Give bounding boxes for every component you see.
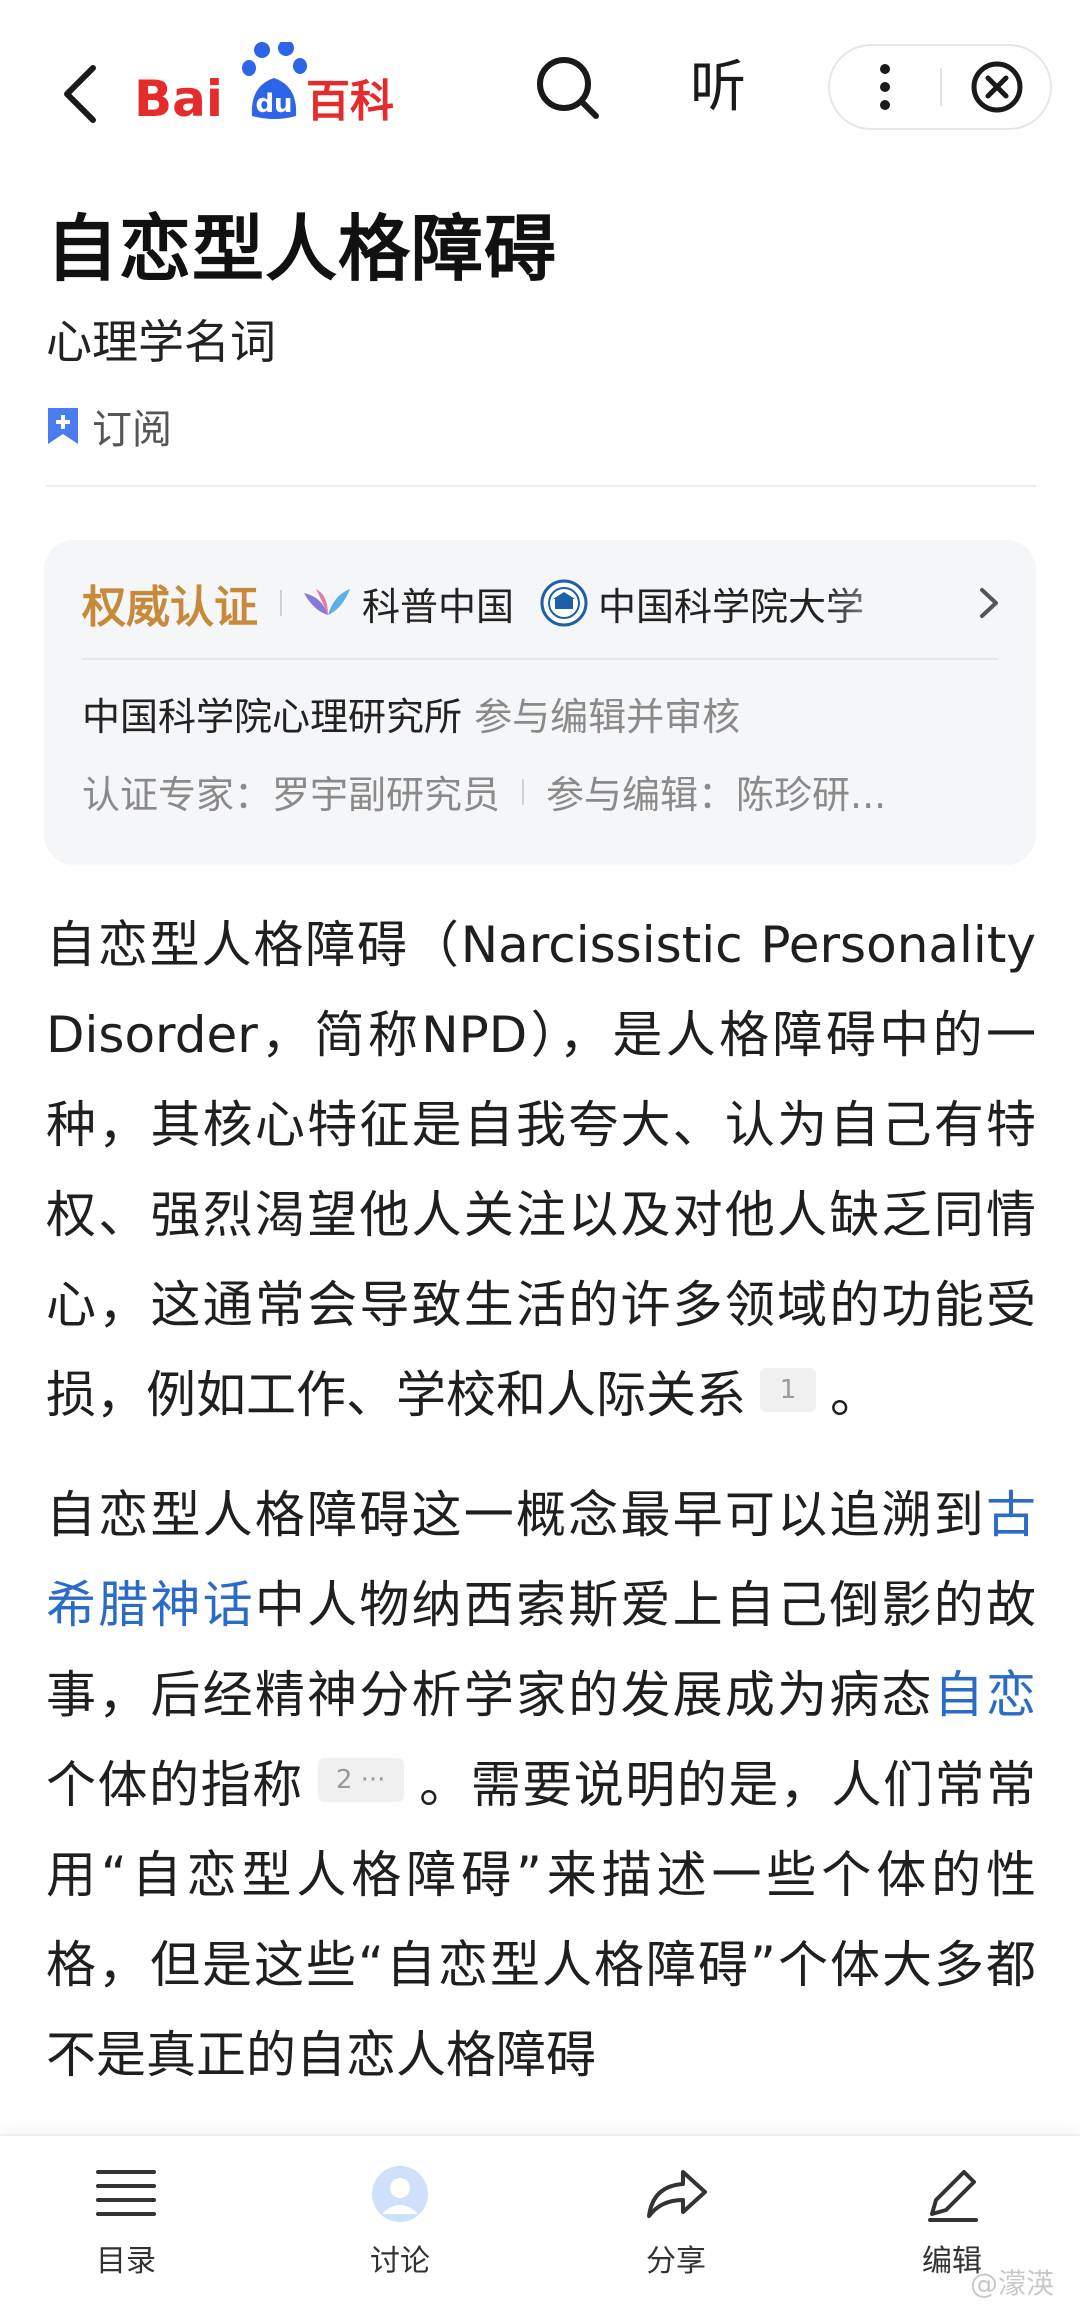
search-icon (537, 57, 599, 119)
reviewer-action: 参与编辑并审核 (474, 695, 741, 739)
mini-program-capsule (828, 44, 1052, 130)
ucas-logo-icon (540, 579, 588, 627)
org-kepu-name: 科普中国 (362, 584, 515, 629)
paragraph-1-end: 。 (830, 1366, 880, 1424)
paragraph-1-text: 自恋型人格障碍（Narcissistic Personality Disorde… (46, 916, 1036, 1424)
discuss-label: 讨论 (370, 2244, 430, 2279)
pencil-icon (928, 2170, 978, 2222)
expert-editors-line: 认证专家：罗宇副研究员 参与编辑：陈珍研... (82, 764, 1002, 819)
back-button[interactable] (44, 44, 114, 144)
more-button[interactable] (830, 46, 940, 128)
search-button[interactable] (530, 50, 606, 126)
org-kepu[interactable]: 科普中国 (302, 576, 514, 631)
share-arrow-icon (647, 2170, 707, 2218)
article-body: 自恋型人格障碍（Narcissistic Personality Disorde… (46, 900, 1036, 2100)
divider (46, 485, 1036, 487)
close-circle-icon (971, 61, 1023, 113)
reference-1[interactable]: 1 (760, 1368, 816, 1412)
bookmark-plus-icon (48, 408, 78, 444)
page-subtitle: 心理学名词 (46, 315, 276, 369)
kepu-logo-icon (304, 589, 350, 615)
capsule-divider (940, 68, 942, 106)
chevron-right-icon (980, 588, 998, 618)
paragraph-1: 自恋型人格障碍（Narcissistic Personality Disorde… (46, 900, 1036, 1440)
discuss-button[interactable]: 讨论 (330, 2156, 470, 2279)
share-label: 分享 (646, 2244, 706, 2279)
baidu-baike-logo[interactable]: du Bai 百科 (134, 40, 404, 132)
org-ucas[interactable]: 中国科学院大学 (540, 576, 864, 631)
listen-button[interactable]: 听 (678, 50, 758, 126)
page-title: 自恋型人格障碍 (46, 207, 558, 291)
logo-baike-text: 百科 (306, 76, 394, 127)
close-button[interactable] (944, 46, 1050, 128)
expert-separator (522, 778, 525, 805)
share-button[interactable]: 分享 (606, 2156, 746, 2279)
logo-bai-text: Bai (134, 70, 223, 128)
toc-button[interactable]: 目录 (56, 2156, 196, 2279)
authority-fade-overlay (824, 560, 974, 640)
subscribe-label: 订阅 (92, 407, 172, 453)
toc-label: 目录 (96, 2244, 156, 2279)
avatar-icon (372, 2166, 428, 2222)
more-vertical-icon (880, 64, 890, 110)
reviewer-org[interactable]: 中国科学院心理研究所 (82, 695, 462, 739)
expert-line[interactable]: 认证专家：罗宇副研究员 (82, 764, 500, 819)
link-narcissism[interactable]: 自恋 (934, 1666, 1036, 1724)
authority-divider (82, 658, 998, 660)
paragraph-2-text-c: 个体的指称 (46, 1756, 304, 1814)
authority-separator (280, 590, 282, 616)
edit-button[interactable]: 编辑 (882, 2156, 1022, 2279)
back-arrow-icon (64, 65, 96, 123)
authority-card[interactable]: 权威认证 科普中国 中国科学院大学 中国科学院心理研究所 参与编辑并审核 认证专… (44, 540, 1036, 865)
logo-du-text: du (255, 89, 292, 119)
top-bar: du Bai 百科 听 (0, 0, 1080, 170)
paragraph-2: 自恋型人格障碍这一概念最早可以追溯到古希腊神话中人物纳西索斯爱上自己倒影的故事，… (46, 1470, 1036, 2100)
watermark: @濛渶 (970, 2267, 1055, 2300)
menu-list-icon (96, 2170, 156, 2216)
paragraph-2-text-a: 自恋型人格障碍这一概念最早可以追溯到 (46, 1486, 986, 1544)
authority-more-button[interactable] (974, 578, 1004, 628)
subscribe-button[interactable]: 订阅 (46, 398, 172, 454)
bottom-toolbar: 目录 讨论 分享 编辑 (0, 2134, 1080, 2306)
reference-2[interactable]: 2 ··· (317, 1758, 404, 1802)
editors-line[interactable]: 参与编辑：陈珍研... (546, 764, 886, 819)
authority-label: 权威认证 (82, 582, 258, 633)
reviewer-line: 中国科学院心理研究所 参与编辑并审核 (82, 686, 740, 741)
